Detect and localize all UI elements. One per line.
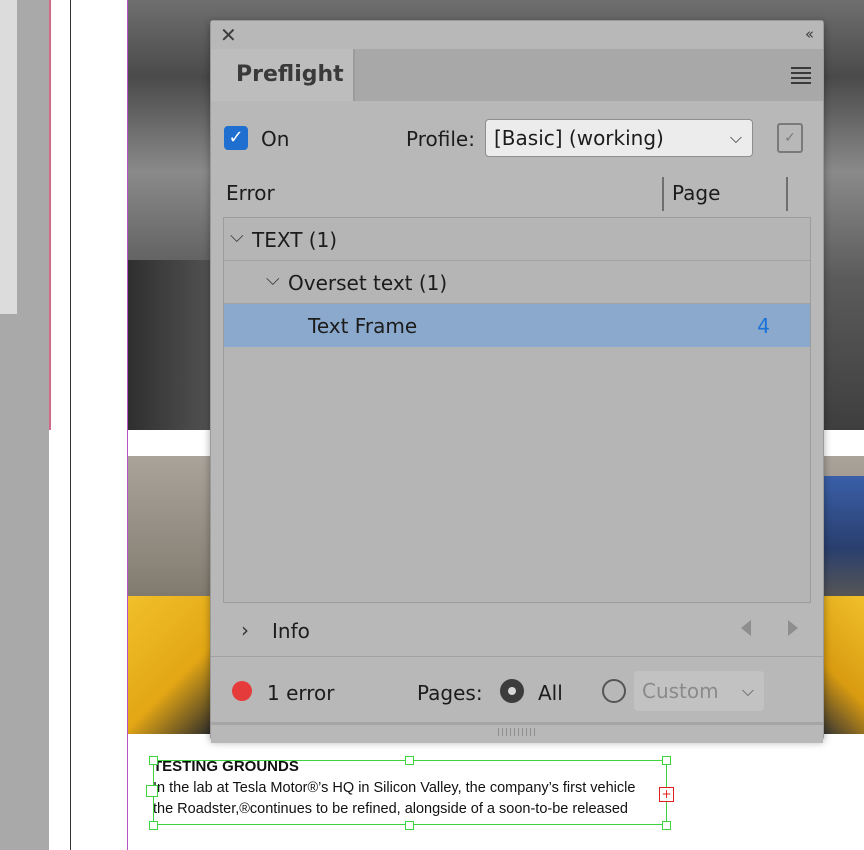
error-count: 1 error [267,681,335,705]
column-divider[interactable] [786,177,788,211]
category-label: TEXT (1) [252,228,338,252]
frame-handle-tm[interactable] [405,756,414,765]
column-error[interactable]: Error [226,181,275,205]
panel-resize-bar[interactable] [211,722,823,743]
error-page-link[interactable]: 4 [757,314,770,338]
info-section: › Info [211,606,823,657]
error-item-label: Text Frame [308,314,418,338]
error-status-icon [232,681,252,701]
tree-row-text-category[interactable]: ⌵ TEXT (1) [224,218,810,261]
custom-pages-value: Custom [642,679,719,703]
panel-titlebar[interactable]: ✕ ‹‹ [211,21,823,49]
frame-handle-br[interactable] [662,821,671,830]
panel-tabbar: Preflight [211,49,823,101]
selected-text-frame[interactable] [153,760,667,825]
column-divider[interactable] [662,177,664,211]
chevron-down-icon: ⌵ [729,128,742,147]
subcategory-label: Overset text (1) [288,271,448,295]
profile-value: [Basic] (working) [494,126,664,150]
chevron-down-icon: ⌵ [741,681,754,700]
pages-all-radio[interactable] [500,679,524,703]
overset-out-port[interactable]: + [659,787,674,802]
bleed-guide [49,0,51,430]
pages-label: Pages: [417,681,483,705]
previous-icon[interactable] [741,620,751,636]
on-label: On [261,127,290,151]
preflight-panel: ✕ ‹‹ Preflight ✓ On Profile: [Basic] (wo… [210,20,824,743]
double-chevron-icon[interactable]: ‹‹ [805,25,814,43]
panel-menu-icon[interactable] [791,67,811,87]
on-checkbox[interactable]: ✓ [224,126,248,150]
frame-in-port[interactable] [146,785,158,797]
profile-dropdown[interactable]: [Basic] (working) ⌵ [485,119,753,157]
tab-preflight[interactable]: Preflight [211,49,355,101]
status-bar: 1 error Pages: All Custom ⌵ [211,668,823,718]
error-list-header: Error Page [211,171,823,211]
chevron-down-icon[interactable]: ⌵ [230,226,244,247]
define-profiles-icon[interactable]: ✓ [777,123,803,153]
pages-all-label[interactable]: All [538,681,563,705]
error-tree: ⌵ TEXT (1) ⌵ Overset text (1) Text Frame… [223,217,811,603]
frame-handle-bm[interactable] [405,821,414,830]
chevron-right-icon[interactable]: › [241,618,249,642]
frame-handle-bl[interactable] [149,821,158,830]
close-icon[interactable]: ✕ [220,25,237,45]
pages-custom-radio[interactable] [602,679,626,703]
frame-handle-tl[interactable] [149,756,158,765]
frame-handle-tr[interactable] [662,756,671,765]
tree-row-overset-text[interactable]: ⌵ Overset text (1) [224,261,810,304]
page-edge-guide [70,0,71,850]
info-label[interactable]: Info [272,619,310,643]
chevron-down-icon[interactable]: ⌵ [266,269,280,290]
profile-label: Profile: [406,127,475,151]
preflight-controls: ✓ On Profile: [Basic] (working) ⌵ ✓ [211,117,823,161]
tree-row-text-frame[interactable]: Text Frame 4 [224,304,810,347]
column-page[interactable]: Page [672,181,720,205]
resize-grip-icon[interactable] [498,728,538,736]
custom-pages-dropdown[interactable]: Custom ⌵ [634,671,764,711]
next-icon[interactable] [788,620,798,636]
pasteboard-strip [0,0,17,314]
